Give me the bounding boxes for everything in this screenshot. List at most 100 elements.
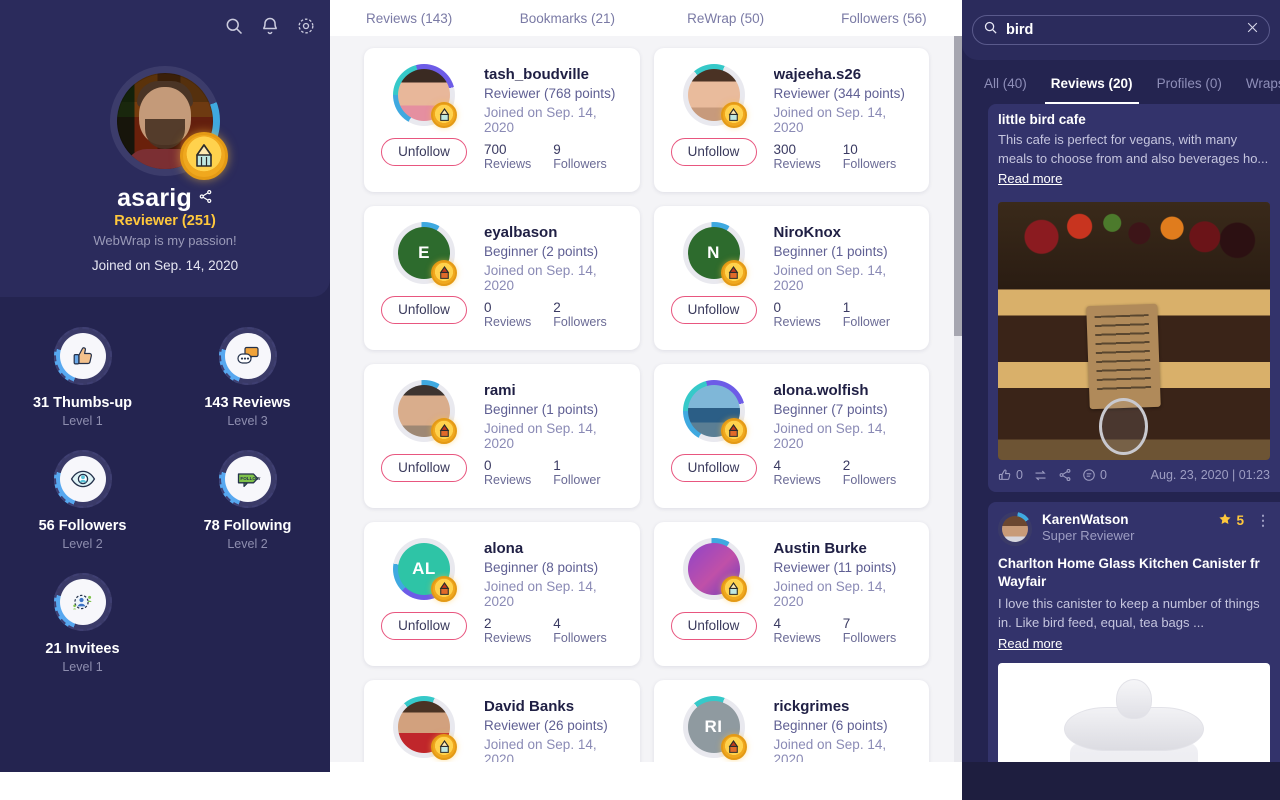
tab-all[interactable]: All (40) (972, 60, 1039, 104)
stat-followers[interactable]: 56 Followers Level 2 (0, 450, 165, 551)
unfollow-button[interactable]: Unfollow (670, 296, 757, 324)
following-flag-icon: FOLLOW (224, 456, 271, 502)
bell-icon[interactable] (260, 16, 280, 36)
user-card-left: Unfollow (668, 380, 760, 494)
pencil-badge-icon (431, 576, 457, 602)
user-reviews-count: 300 Reviews (774, 142, 821, 171)
stat-label: 21 Invitees (45, 641, 120, 657)
count-value: 7 (842, 616, 851, 631)
tab-rewrap[interactable]: ReWrap (50) (647, 11, 805, 26)
avatar[interactable] (682, 538, 747, 602)
result-date: Aug. 23, 2020 | 01:23 (1150, 468, 1270, 483)
user-reviews-count: 0 Reviews (484, 300, 531, 329)
profile-panel: asarig Reviewer (251) WebWrap is my pass… (0, 0, 330, 297)
glass-canister-photo (1060, 677, 1208, 762)
gear-icon[interactable] (296, 16, 316, 36)
search-icon[interactable] (224, 16, 244, 36)
kebab-menu-icon[interactable]: ⋮ (1256, 513, 1270, 527)
stat-invitees[interactable]: 21 Invitees Level 1 (0, 573, 165, 674)
tab-bookmarks[interactable]: Bookmarks (21) (488, 11, 646, 26)
avatar[interactable] (682, 64, 747, 128)
stat-level: Level 2 (227, 537, 268, 551)
read-more-link[interactable]: Read more (998, 171, 1062, 186)
search-result-tabs: All (40) Reviews (20) Profiles (0) Wraps… (962, 60, 1280, 104)
search-results-list: little bird cafe This cafe is perfect fo… (962, 104, 1280, 762)
user-card-info: wajeeha.s26 Reviewer (344 points) Joined… (774, 64, 916, 178)
search-result-item[interactable]: KarenWatson Super Reviewer 5 ⋮ Charlton … (988, 501, 1280, 762)
tab-followers[interactable]: Followers (56) (805, 11, 963, 26)
user-followers-count: 10 Followers (843, 142, 897, 171)
user-card[interactable]: AL Unfollow alona Beginner (8 points) Jo… (364, 522, 640, 666)
user-card[interactable]: Unfollow alona.wolfish Beginner (7 point… (653, 364, 929, 508)
avatar[interactable] (393, 696, 457, 760)
count-label: Reviews (773, 315, 821, 329)
stat-following[interactable]: FOLLOW 78 Following Level 2 (165, 450, 330, 551)
user-card[interactable]: Unfollow rami Beginner (1 points) Joined… (364, 364, 640, 508)
user-rank: Reviewer (768 points) (484, 86, 616, 101)
unfollow-button[interactable]: Unfollow (670, 454, 757, 482)
user-card[interactable]: Unfollow Austin Burke Reviewer (11 point… (653, 522, 929, 666)
user-card[interactable]: E Unfollow eyalbason Beginner (2 points)… (364, 206, 640, 350)
result-title: little bird cafe (998, 112, 1086, 127)
search-bar (962, 0, 1280, 60)
thumbs-up-icon (59, 333, 106, 379)
avatar[interactable] (682, 380, 747, 444)
user-reviews-count: 0 Reviews (484, 458, 531, 487)
tab-wraps[interactable]: Wraps ( (1234, 60, 1280, 104)
user-card[interactable]: RI Unfollow rickgrimes Beginner (6 point… (653, 680, 929, 762)
user-followers-count: 2 Followers (843, 458, 897, 487)
avatar[interactable]: RI (682, 696, 747, 760)
result-image[interactable] (998, 662, 1270, 762)
avatar[interactable]: E (393, 222, 457, 286)
avatar[interactable]: AL (393, 538, 457, 602)
search-field[interactable] (972, 15, 1270, 45)
thumbs-up-icon[interactable]: 0 (998, 468, 1023, 482)
app-root: asarig Reviewer (251) WebWrap is my pass… (0, 0, 1280, 800)
unfollow-button[interactable]: Unfollow (381, 454, 467, 482)
main-content: Reviews (143) Bookmarks (21) ReWrap (50)… (330, 0, 963, 762)
profile-joined-date: Joined on Sep. 14, 2020 (91, 258, 239, 273)
user-card-left: Unfollow (378, 64, 470, 178)
user-card-info: rami Beginner (1 points) Joined on Sep. … (484, 380, 626, 494)
read-more-link[interactable]: Read more (998, 635, 1062, 654)
search-icon (983, 20, 998, 40)
avatar[interactable] (393, 64, 457, 128)
search-result-item[interactable]: little bird cafe This cafe is perfect fo… (988, 104, 1280, 492)
comment-icon[interactable]: 0 (1082, 468, 1107, 482)
user-card[interactable]: Unfollow David Banks Reviewer (26 points… (364, 680, 640, 762)
share-icon[interactable] (1058, 468, 1072, 482)
user-name: tash_boudville (484, 66, 590, 83)
result-image[interactable] (998, 201, 1270, 460)
avatar[interactable] (998, 511, 1032, 546)
tab-profiles[interactable]: Profiles (0) (1145, 60, 1234, 104)
unfollow-button[interactable]: Unfollow (381, 612, 467, 640)
tab-reviews[interactable]: Reviews (20) (1039, 60, 1145, 104)
unfollow-button[interactable]: Unfollow (670, 612, 757, 640)
search-input[interactable] (1006, 22, 1238, 38)
user-reviews-count: 0 Reviews (774, 300, 821, 329)
result-username[interactable]: KarenWatson (1042, 512, 1135, 527)
tab-reviews[interactable]: Reviews (143) (330, 11, 488, 26)
profile-avatar[interactable] (110, 66, 228, 180)
user-rank: Beginner (1 points) (484, 402, 599, 417)
user-joined: Joined on Sep. 14, 2020 (484, 579, 597, 609)
user-name: Austin Burke (773, 540, 867, 557)
unfollow-button[interactable]: Unfollow (381, 296, 467, 324)
avatar[interactable] (393, 380, 457, 444)
avatar[interactable]: N (682, 222, 747, 286)
user-card[interactable]: Unfollow tash_boudville Reviewer (768 po… (364, 48, 640, 192)
stat-reviews[interactable]: 143 Reviews Level 3 (165, 327, 330, 428)
share-icon[interactable] (198, 182, 213, 211)
profile-rank: Reviewer (251) (114, 213, 216, 229)
user-joined: Joined on Sep. 14, 2020 (773, 263, 887, 293)
stat-thumbs-up[interactable]: 31 Thumbs-up Level 1 (0, 327, 165, 428)
unfollow-button[interactable]: Unfollow (670, 138, 757, 166)
user-card[interactable]: Unfollow wajeeha.s26 Reviewer (344 point… (653, 48, 929, 192)
rewrap-icon[interactable] (1033, 468, 1048, 483)
user-name: David Banks (484, 698, 575, 715)
close-icon[interactable] (1246, 21, 1259, 39)
user-card[interactable]: N Unfollow NiroKnox Beginner (1 points) … (653, 206, 929, 350)
unfollow-button[interactable]: Unfollow (381, 138, 467, 166)
count-label: Reviews (773, 631, 821, 645)
count-value: 1 (842, 300, 851, 315)
